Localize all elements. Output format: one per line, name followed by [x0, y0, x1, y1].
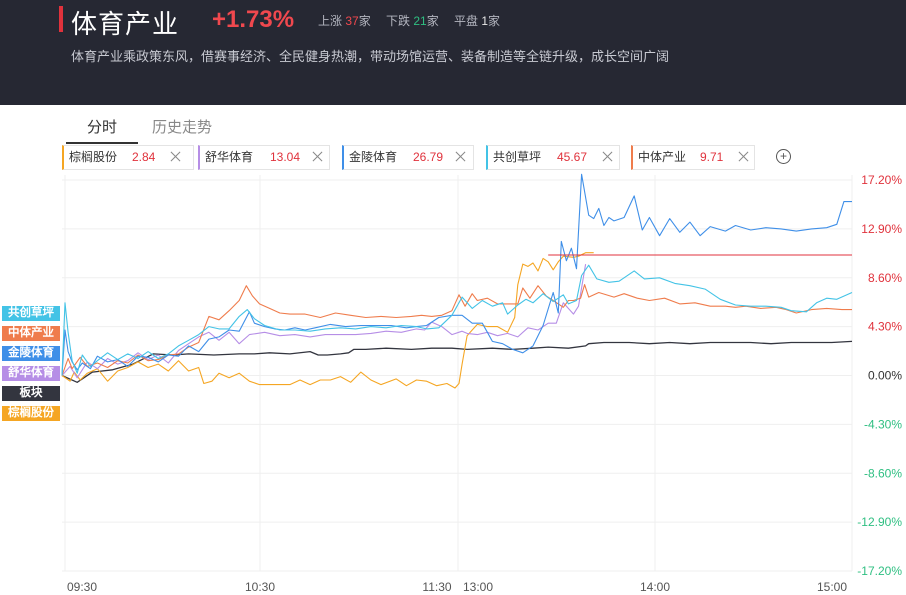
y-tick-label: 12.90%: [861, 222, 902, 236]
series-line: [61, 264, 853, 376]
series-line: [61, 252, 594, 389]
series-line: [61, 340, 853, 383]
x-tick-label: 11:30: [422, 580, 451, 594]
legend-tag: 金陵体育: [2, 346, 60, 361]
y-tick-label: 17.20%: [861, 173, 902, 187]
y-tick-label: 4.30%: [868, 320, 902, 334]
y-tick-label: -12.90%: [857, 515, 902, 529]
legend-tag: 中体产业: [2, 326, 60, 341]
series-line: [61, 284, 852, 376]
y-tick-label: 8.60%: [868, 271, 902, 285]
y-tick-label: 0.00%: [868, 369, 902, 383]
x-tick-label: 15:00: [817, 580, 847, 594]
intraday-line-chart: 17.20% 12.90% 8.60% 4.30% 0.00% -4.30% -8.60% -…: [61, 173, 902, 594]
x-tick-label: 09:30: [67, 580, 97, 594]
legend-tag: 板块: [2, 386, 60, 401]
x-tick-label: 14:00: [640, 580, 670, 594]
legend-tag: 舒华体育: [2, 366, 60, 381]
y-tick-label: -8.60%: [864, 466, 902, 480]
legend-tag: 共创草坪: [2, 306, 60, 321]
y-tick-label: -17.20%: [857, 564, 902, 578]
x-tick-label: 13:00: [463, 580, 493, 594]
x-tick-label: 10:30: [245, 580, 275, 594]
legend-tag: 棕榈股份: [2, 406, 60, 421]
y-tick-label: -4.30%: [864, 417, 902, 431]
